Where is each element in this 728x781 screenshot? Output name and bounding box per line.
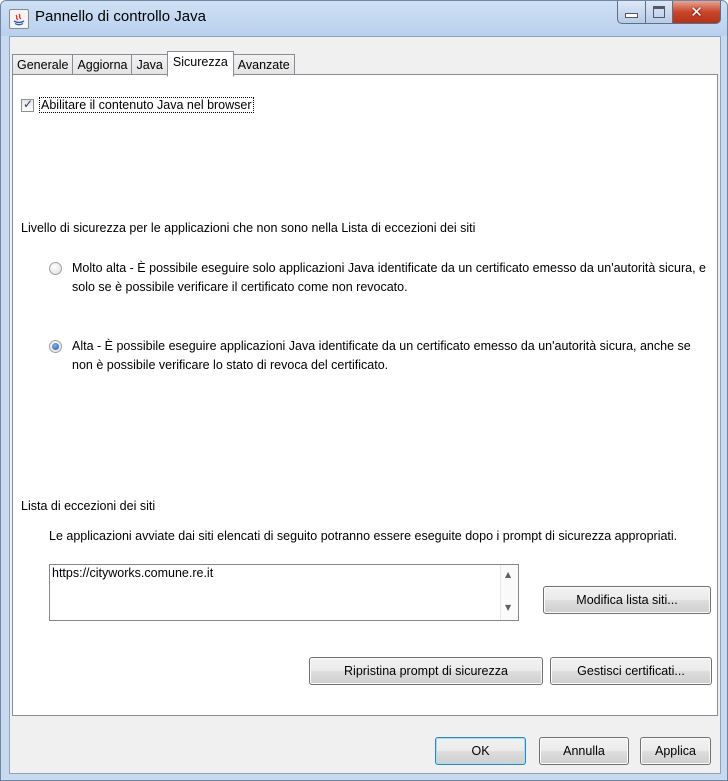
exceptions-description: Le applicazioni avviate dai siti elencat… bbox=[49, 529, 678, 543]
tab-avanzate[interactable]: Avanzate bbox=[232, 54, 295, 76]
window-title: Pannello di controllo Java bbox=[35, 8, 206, 25]
edit-site-list-button[interactable]: Modifica lista siti... bbox=[543, 586, 711, 614]
site-list-item[interactable]: https://cityworks.comune.re.it bbox=[52, 566, 213, 580]
security-tab-panel: ✓ Abilitare il contenuto Java nel browse… bbox=[12, 74, 718, 716]
tab-strip: Generale Aggiorna Java Sicurezza Avanzat… bbox=[12, 51, 295, 77]
enable-java-label[interactable]: Abilitare il contenuto Java nel browser bbox=[39, 97, 254, 113]
high-radio[interactable] bbox=[49, 340, 62, 353]
close-button[interactable]: ✕ bbox=[673, 1, 721, 24]
title-bar[interactable]: Pannello di controllo Java ✕ bbox=[1, 1, 727, 36]
site-list-scrollbar[interactable]: ▲ ▼ bbox=[500, 565, 518, 620]
option-very-high[interactable]: Molto alta - È possibile eseguire solo a… bbox=[49, 259, 712, 297]
enable-java-row[interactable]: ✓ Abilitare il contenuto Java nel browse… bbox=[21, 97, 254, 113]
scroll-down-icon[interactable]: ▼ bbox=[505, 603, 511, 612]
scroll-up-icon[interactable]: ▲ bbox=[505, 570, 511, 579]
restore-security-prompts-button[interactable]: Ripristina prompt di sicurezza bbox=[309, 657, 543, 685]
tab-generale[interactable]: Generale bbox=[12, 54, 74, 76]
site-exception-list[interactable]: https://cityworks.comune.re.it ▲ ▼ bbox=[49, 564, 519, 621]
minimize-icon bbox=[625, 12, 638, 18]
check-icon: ✓ bbox=[23, 96, 34, 111]
manage-certificates-button[interactable]: Gestisci certificati... bbox=[550, 657, 712, 685]
maximize-button[interactable] bbox=[646, 1, 673, 24]
tab-aggiorna[interactable]: Aggiorna bbox=[72, 54, 133, 76]
security-level-label: Livello di sicurezza per le applicazioni… bbox=[21, 221, 476, 235]
cancel-button[interactable]: Annulla bbox=[539, 737, 629, 765]
ok-button[interactable]: OK bbox=[435, 737, 526, 765]
apply-button[interactable]: Applica bbox=[640, 737, 711, 765]
minimize-button[interactable] bbox=[617, 1, 646, 24]
tab-java[interactable]: Java bbox=[131, 54, 168, 76]
java-icon bbox=[9, 9, 29, 29]
maximize-icon bbox=[653, 6, 665, 18]
exceptions-title: Lista di eccezioni dei siti bbox=[21, 499, 156, 513]
high-label[interactable]: Alta - È possibile eseguire applicazioni… bbox=[72, 337, 712, 375]
very-high-radio[interactable] bbox=[49, 262, 62, 275]
enable-java-checkbox[interactable]: ✓ bbox=[21, 96, 34, 112]
tab-sicurezza[interactable]: Sicurezza bbox=[166, 51, 234, 77]
very-high-label[interactable]: Molto alta - È possibile eseguire solo a… bbox=[72, 259, 712, 297]
window-controls: ✕ bbox=[617, 1, 721, 25]
close-icon: ✕ bbox=[690, 3, 703, 21]
dialog-client-area: Generale Aggiorna Java Sicurezza Avanzat… bbox=[9, 36, 721, 774]
java-control-panel-window: Pannello di controllo Java ✕ Generale Ag… bbox=[0, 0, 728, 781]
option-high[interactable]: Alta - È possibile eseguire applicazioni… bbox=[49, 337, 712, 375]
